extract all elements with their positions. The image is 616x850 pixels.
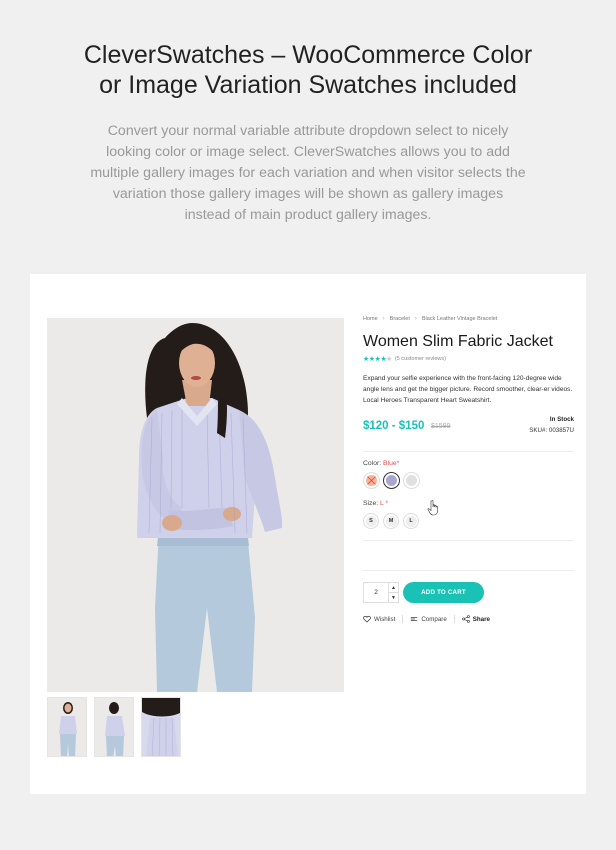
quantity-input[interactable]: 2 [364, 583, 388, 602]
size-label-text: Size: [363, 500, 379, 507]
stock-status: In Stock [549, 416, 574, 423]
thumbnail-1[interactable] [47, 697, 87, 757]
breadcrumb-item-home[interactable]: Home [363, 316, 378, 322]
product-title: Women Slim Fabric Jacket [363, 333, 553, 350]
unavailable-cross-icon [367, 476, 376, 485]
wishlist-label: Wishlist [374, 615, 396, 623]
size-option-l[interactable]: L [403, 513, 419, 529]
size-option-s[interactable]: S [363, 513, 379, 529]
increment-arrow-icon[interactable]: ▲ [389, 583, 398, 593]
hand-cursor-icon [427, 500, 438, 516]
required-marker: * [385, 500, 389, 507]
thumbnail-strip [47, 697, 181, 757]
divider [363, 451, 574, 452]
main-product-image[interactable] [47, 318, 344, 692]
wishlist-button[interactable]: Wishlist [363, 615, 395, 623]
breadcrumb-item-bracelet[interactable]: Bracelet [390, 316, 410, 322]
hero-title-line1: CleverSwatches – WooCommerce Color [83, 41, 533, 69]
color-swatch-orange[interactable] [363, 472, 380, 489]
product-info: Home › Bracelet › Black Leather Vintage … [363, 316, 574, 623]
product-actions: Wishlist Compare Share [363, 615, 574, 623]
add-to-cart-button[interactable]: ADD TO CART [403, 582, 484, 603]
breadcrumb-item-current: Black Leather Vintage Bracelet [421, 316, 498, 322]
share-button[interactable]: Share [462, 615, 490, 623]
price: $120 - $150 [363, 420, 425, 432]
required-marker: * [396, 460, 400, 467]
size-option-label: L [405, 515, 417, 527]
decrement-arrow-icon[interactable]: ▼ [389, 593, 398, 602]
action-separator [402, 615, 404, 623]
compare-label: Compare [421, 615, 447, 623]
size-options: S M L [363, 513, 574, 529]
color-label: Color: Blue* [363, 460, 574, 467]
compare-button[interactable]: Compare [410, 615, 447, 623]
rating: ★★★★★ (5 customer reviews) [363, 355, 574, 363]
sku: SKU#: 003857U [529, 427, 574, 434]
old-price: $1599 [431, 423, 451, 430]
hero-title-line2: or Image Variation Swatches included [99, 71, 517, 99]
hero-description: Convert your normal variable attribute d… [90, 123, 526, 223]
add-to-cart-row: 2 ▲ ▼ ADD TO CART [363, 582, 574, 603]
star-rating-icon: ★★★★★ [363, 356, 392, 363]
divider [363, 570, 574, 571]
size-option-label: S [365, 515, 377, 527]
quantity-stepper[interactable]: 2 ▲ ▼ [363, 582, 399, 603]
color-selected-value: Blue [383, 460, 397, 467]
color-swatch-blue[interactable] [383, 472, 400, 489]
thumbnail-2[interactable] [94, 697, 134, 757]
share-label: Share [472, 615, 490, 623]
compare-icon [411, 617, 418, 621]
action-separator [453, 615, 455, 623]
hero-title: CleverSwatches – WooCommerce Color or Im… [0, 40, 616, 100]
color-label-text: Color: [363, 460, 382, 467]
chevron-right-icon: › [382, 316, 385, 322]
size-option-m[interactable]: M [383, 513, 399, 529]
heart-icon [363, 615, 371, 623]
product-card: Home › Bracelet › Black Leather Vintage … [30, 274, 586, 794]
product-description: Expand your selfie experience with the f… [363, 375, 573, 404]
chevron-right-icon: › [414, 316, 417, 322]
share-icon [462, 615, 470, 623]
color-swatches [363, 472, 574, 489]
divider [363, 540, 574, 541]
model-photo [47, 318, 344, 692]
size-option-label: M [385, 515, 397, 527]
thumbnail-3[interactable] [141, 697, 181, 757]
color-swatch-light-gray[interactable] [403, 472, 420, 489]
reviews-link[interactable]: (5 customer reviews) [395, 356, 446, 362]
price-row: $120 - $150 $1599 In Stock SKU#: 003857U [363, 415, 574, 443]
size-selected-value: L [380, 500, 384, 507]
quantity-arrows: ▲ ▼ [388, 583, 398, 602]
breadcrumb: Home › Bracelet › Black Leather Vintage … [363, 316, 574, 322]
size-label: Size: L * [363, 500, 574, 516]
